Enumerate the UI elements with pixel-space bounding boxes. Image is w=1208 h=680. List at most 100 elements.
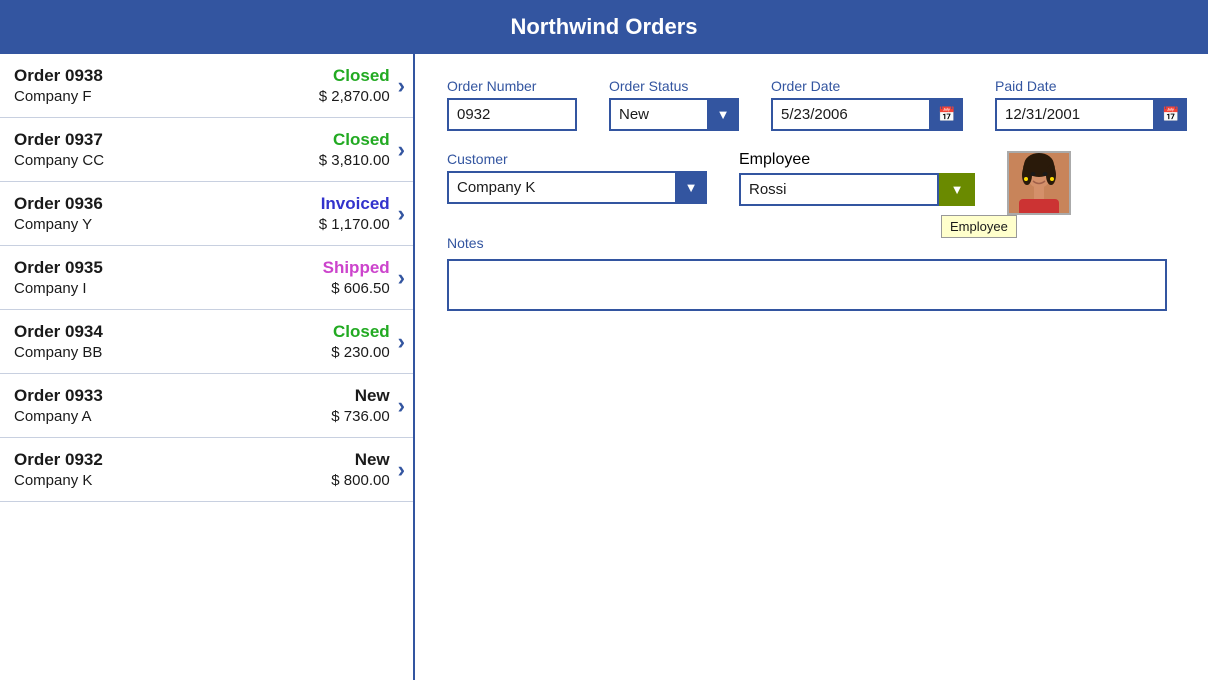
employee-input[interactable]: [739, 173, 939, 206]
order-item-info: Order 0933 New Company A $ 736.00: [14, 386, 390, 425]
order-status-text: New: [355, 386, 390, 406]
paid-date-label: Paid Date: [995, 78, 1187, 94]
order-item-bottom: Company A $ 736.00: [14, 408, 390, 425]
order-company-text: Company BB: [14, 344, 102, 361]
paid-date-input[interactable]: [995, 98, 1155, 131]
list-item[interactable]: Order 0936 Invoiced Company Y $ 1,170.00…: [0, 182, 413, 246]
order-number-text: Order 0932: [14, 450, 103, 470]
order-date-label: Order Date: [771, 78, 963, 94]
order-number-input[interactable]: [447, 98, 577, 131]
order-item-top: Order 0933 New: [14, 386, 390, 406]
customer-label: Customer: [447, 151, 707, 167]
notes-field: Notes: [447, 235, 1187, 311]
order-company-text: Company A: [14, 408, 92, 425]
employee-field: Employee Employee: [739, 151, 975, 206]
order-number-text: Order 0934: [14, 322, 103, 342]
app-header: Northwind Orders: [0, 0, 1208, 54]
order-status-text: Closed: [333, 130, 390, 150]
order-status-text: Closed: [333, 322, 390, 342]
employee-input-wrap: Employee: [739, 173, 975, 206]
order-amount-text: $ 1,170.00: [319, 216, 390, 233]
order-chevron-right-icon: ›: [398, 73, 405, 99]
form-row-1: Order Number Order Status NewInvoicedShi…: [447, 78, 1187, 131]
order-status-text: New: [355, 450, 390, 470]
order-amount-text: $ 606.50: [331, 280, 389, 297]
order-company-text: Company F: [14, 88, 92, 105]
order-item-info: Order 0932 New Company K $ 800.00: [14, 450, 390, 489]
paid-date-calendar-button[interactable]: 📅: [1155, 98, 1187, 131]
notes-label: Notes: [447, 235, 1187, 251]
order-chevron-right-icon: ›: [398, 265, 405, 291]
order-item-top: Order 0938 Closed: [14, 66, 390, 86]
order-date-calendar-button[interactable]: 📅: [931, 98, 963, 131]
order-item-bottom: Company CC $ 3,810.00: [14, 152, 390, 169]
order-item-info: Order 0937 Closed Company CC $ 3,810.00: [14, 130, 390, 169]
order-chevron-right-icon: ›: [398, 201, 405, 227]
list-item[interactable]: Order 0935 Shipped Company I $ 606.50 ›: [0, 246, 413, 310]
order-status-text: Shipped: [323, 258, 390, 278]
notes-textarea[interactable]: [447, 259, 1167, 311]
order-status-text: Closed: [333, 66, 390, 86]
order-item-top: Order 0936 Invoiced: [14, 194, 390, 214]
order-amount-text: $ 2,870.00: [319, 88, 390, 105]
order-item-bottom: Company BB $ 230.00: [14, 344, 390, 361]
customer-select[interactable]: Company ACompany BCompany BBCompany CCCo…: [447, 171, 707, 204]
employee-label: Employee: [739, 151, 975, 169]
order-number-text: Order 0937: [14, 130, 103, 150]
order-item-info: Order 0938 Closed Company F $ 2,870.00: [14, 66, 390, 105]
order-chevron-right-icon: ›: [398, 457, 405, 483]
order-status-label: Order Status: [609, 78, 739, 94]
order-number-field: Order Number: [447, 78, 577, 131]
order-status-select-wrapper: NewInvoicedShippedClosed: [609, 98, 739, 131]
order-item-info: Order 0934 Closed Company BB $ 230.00: [14, 322, 390, 361]
order-item-top: Order 0932 New: [14, 450, 390, 470]
order-amount-text: $ 800.00: [331, 472, 389, 489]
order-status-text: Invoiced: [321, 194, 390, 214]
order-number-text: Order 0938: [14, 66, 103, 86]
order-company-text: Company Y: [14, 216, 92, 233]
order-chevron-right-icon: ›: [398, 329, 405, 355]
order-number-text: Order 0933: [14, 386, 103, 406]
form-row-2: Customer Company ACompany BCompany BBCom…: [447, 151, 1187, 215]
order-item-bottom: Company K $ 800.00: [14, 472, 390, 489]
detail-panel: Order Number Order Status NewInvoicedShi…: [415, 54, 1208, 680]
order-status-select[interactable]: NewInvoicedShippedClosed: [609, 98, 739, 131]
order-number-text: Order 0936: [14, 194, 103, 214]
order-company-text: Company CC: [14, 152, 104, 169]
order-number-text: Order 0935: [14, 258, 103, 278]
order-date-field: Order Date 📅: [771, 78, 963, 131]
order-item-bottom: Company I $ 606.50: [14, 280, 390, 297]
customer-select-wrapper: Company ACompany BCompany BBCompany CCCo…: [447, 171, 707, 204]
employee-photo: [1007, 151, 1071, 215]
order-company-text: Company I: [14, 280, 87, 297]
order-item-bottom: Company F $ 2,870.00: [14, 88, 390, 105]
order-chevron-right-icon: ›: [398, 393, 405, 419]
list-item[interactable]: Order 0937 Closed Company CC $ 3,810.00 …: [0, 118, 413, 182]
order-item-info: Order 0935 Shipped Company I $ 606.50: [14, 258, 390, 297]
employee-dropdown-button[interactable]: Employee: [939, 173, 975, 206]
order-item-info: Order 0936 Invoiced Company Y $ 1,170.00: [14, 194, 390, 233]
app-title: Northwind Orders: [510, 14, 697, 39]
order-item-top: Order 0937 Closed: [14, 130, 390, 150]
list-item[interactable]: Order 0938 Closed Company F $ 2,870.00 ›: [0, 54, 413, 118]
order-item-top: Order 0934 Closed: [14, 322, 390, 342]
order-date-input[interactable]: [771, 98, 931, 131]
paid-date-field: Paid Date 📅: [995, 78, 1187, 131]
order-chevron-right-icon: ›: [398, 137, 405, 163]
order-company-text: Company K: [14, 472, 92, 489]
order-list: Order 0938 Closed Company F $ 2,870.00 ›…: [0, 54, 415, 680]
order-status-field: Order Status NewInvoicedShippedClosed: [609, 78, 739, 131]
main-layout: Order 0938 Closed Company F $ 2,870.00 ›…: [0, 54, 1208, 680]
order-amount-text: $ 3,810.00: [319, 152, 390, 169]
list-item[interactable]: Order 0933 New Company A $ 736.00 ›: [0, 374, 413, 438]
list-item[interactable]: Order 0932 New Company K $ 800.00 ›: [0, 438, 413, 502]
order-amount-text: $ 736.00: [331, 408, 389, 425]
paid-date-wrapper: 📅: [995, 98, 1187, 131]
order-item-bottom: Company Y $ 1,170.00: [14, 216, 390, 233]
order-number-label: Order Number: [447, 78, 577, 94]
customer-field: Customer Company ACompany BCompany BBCom…: [447, 151, 707, 204]
order-item-top: Order 0935 Shipped: [14, 258, 390, 278]
order-date-wrapper: 📅: [771, 98, 963, 131]
employee-avatar-svg: [1009, 153, 1069, 213]
list-item[interactable]: Order 0934 Closed Company BB $ 230.00 ›: [0, 310, 413, 374]
